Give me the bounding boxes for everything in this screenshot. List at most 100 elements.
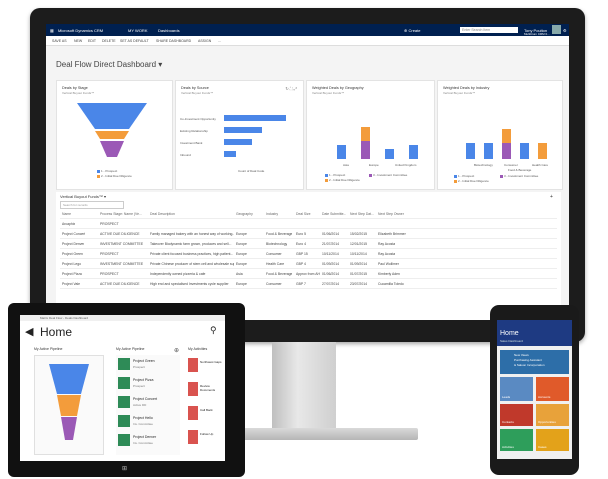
bar[interactable] <box>337 145 346 159</box>
table-cell: Project Pizza <box>62 272 82 276</box>
funnel-segment-due-diligence[interactable] <box>95 131 129 139</box>
edit-button[interactable]: EDIT <box>88 39 96 43</box>
list-item[interactable]: Project Concert Active DD <box>118 395 178 411</box>
bar[interactable] <box>484 143 493 159</box>
phone-tile-contacts[interactable]: Contacts <box>500 404 533 426</box>
table-row[interactable]: Project Green PROSPECT Private client focu… <box>60 249 557 259</box>
bar[interactable] <box>361 141 370 159</box>
list-item[interactable]: Review Documents <box>188 381 222 401</box>
column-header[interactable]: Name <box>62 212 71 216</box>
my-work-menu[interactable]: MY WORK <box>128 28 147 33</box>
table-cell: Euro 4 <box>296 242 306 246</box>
bar[interactable] <box>361 127 370 141</box>
bar[interactable] <box>224 139 252 145</box>
column-header[interactable]: Next Step Dat... <box>350 212 374 216</box>
table-cell: Food & Beverage <box>266 232 293 236</box>
table-row[interactable]: Project Concert ACTIVE DUE DILIGENCE Famil… <box>60 229 557 239</box>
list-item[interactable]: Northwest Gaps <box>188 357 222 377</box>
table-row[interactable]: Project Denver INVESTMENT COMMITTEE Takeov… <box>60 239 557 249</box>
table-cell: Health Care <box>266 262 285 266</box>
table-row[interactable]: Project Pizza PROSPECT Independently owned… <box>60 269 557 279</box>
assign-button[interactable]: ASSIGN <box>198 39 211 43</box>
column-header[interactable]: Process Stage: Name (Ve... <box>100 212 142 216</box>
table-cell: 01/09/2014 <box>322 262 339 266</box>
bar[interactable] <box>502 143 511 159</box>
dashboard-title[interactable]: Deal Flow Direct Dashboard ▾ <box>56 60 162 69</box>
phone-tile-featured[interactable]: New Views Purchasing Assistant & Saloon … <box>500 350 569 374</box>
table-cell: Cucamilla Toledo <box>378 282 404 286</box>
funnel-segment-committee[interactable] <box>100 141 124 157</box>
waffle-icon[interactable]: ▦ <box>50 28 54 33</box>
bar[interactable] <box>502 129 511 143</box>
list-item[interactable]: Project Pizza Prospect <box>118 376 178 392</box>
phone-tile-accounts[interactable]: Accounts <box>536 377 569 401</box>
column-header[interactable]: Geography <box>236 212 253 216</box>
phone-tile-cases[interactable]: Cases <box>536 429 569 451</box>
bar[interactable] <box>520 143 529 159</box>
tick-label: Inbound <box>180 153 191 157</box>
table-row[interactable]: Project Vale ACTIVE DUE DILIGENCE High end… <box>60 279 557 289</box>
new-button[interactable]: NEW <box>74 39 82 43</box>
bar[interactable] <box>224 127 262 133</box>
funnel-segment-prospect[interactable] <box>77 103 147 129</box>
phone-tile-opportunities[interactable]: Opportunities <box>536 404 569 426</box>
table-cell: Consumer <box>266 252 282 256</box>
pipeline-funnel[interactable] <box>49 364 89 444</box>
table-cell: Project Denver <box>62 242 85 246</box>
phone-tile-activities[interactable]: Activities <box>500 429 533 451</box>
gear-icon[interactable]: ⚙ <box>563 28 567 33</box>
table-cell: High end and specialised Investments cyc… <box>150 282 229 286</box>
table-row[interactable]: Arcaphix PROSPECT <box>60 219 557 229</box>
add-record-icon[interactable]: + <box>550 194 553 200</box>
table-cell: Project Vale <box>62 282 81 286</box>
back-icon[interactable]: ◀ <box>25 325 33 338</box>
bar[interactable] <box>385 149 394 159</box>
expand-icon[interactable]: ↻ ⛶ ⤢ <box>285 86 297 91</box>
deal-icon <box>118 415 130 427</box>
table-cell: Ray Acosta <box>378 252 396 256</box>
more-commands-button[interactable]: ... <box>218 39 221 43</box>
table-row[interactable]: Project Lego INVESTMENT COMMITTEE Private … <box>60 259 557 269</box>
deal-icon <box>118 358 130 370</box>
column-header[interactable]: Industry <box>266 212 278 216</box>
pipeline-card[interactable] <box>34 355 104 455</box>
chart-title: Deals by Stage <box>62 86 88 90</box>
avatar[interactable] <box>552 25 561 34</box>
column-header[interactable]: Date Submitte... <box>322 212 346 216</box>
windows-logo-icon[interactable]: ⊞ <box>122 465 127 472</box>
create-button[interactable]: ⊕ Create <box>404 28 420 33</box>
list-item[interactable]: Call Back <box>188 405 222 425</box>
bar[interactable] <box>409 145 418 159</box>
global-search-input[interactable]: Enter Search Item <box>460 27 518 33</box>
list-item[interactable]: Follow Up <box>188 429 222 449</box>
tick-label: Co-Investment Opportunity <box>180 117 216 121</box>
add-icon[interactable]: ⊕ <box>174 347 179 354</box>
grid-search-input[interactable]: Search for records <box>60 201 124 209</box>
share-dashboard-button[interactable]: SHARE DASHBOARD <box>156 39 191 43</box>
set-default-button[interactable]: SET AS DEFAULT <box>120 39 149 43</box>
phone-tile-leads[interactable]: Leads <box>500 377 533 401</box>
column-header[interactable]: Deal Size <box>296 212 311 216</box>
tick-label: Food & Beverage <box>508 168 532 172</box>
chart-title: Deals by Source <box>181 86 209 90</box>
list-item[interactable]: Project Hello Inv. Committee <box>118 414 178 430</box>
bar[interactable] <box>538 143 547 159</box>
deal-stage: Inv. Committee <box>133 422 153 426</box>
list-item[interactable]: Project Green Prospect <box>118 357 178 373</box>
deal-icon <box>118 396 130 408</box>
view-selector[interactable]: Vertical Buyout Funds™ ▾ <box>60 194 106 199</box>
column-header[interactable]: Deal Description <box>150 212 175 216</box>
bar[interactable] <box>224 151 236 157</box>
bar[interactable] <box>466 143 475 159</box>
funnel-chart[interactable] <box>77 103 147 163</box>
delete-button[interactable]: DELETE <box>102 39 116 43</box>
save-as-button[interactable]: SAVE AS <box>52 39 67 43</box>
dashboards-nav[interactable]: Dashboards <box>158 28 180 33</box>
column-header[interactable]: Next Step Owner <box>378 212 404 216</box>
tablet-app-bar: Matrix Deal Flow - Deals Dashboard <box>20 315 225 321</box>
bar[interactable] <box>224 115 286 121</box>
table-cell: Kimberly Aden <box>378 272 400 276</box>
list-item[interactable]: Project Denver Inv. Committee <box>118 433 178 449</box>
table-cell: Paul Wollimer <box>378 262 399 266</box>
search-icon[interactable]: ⚲ <box>210 325 217 336</box>
